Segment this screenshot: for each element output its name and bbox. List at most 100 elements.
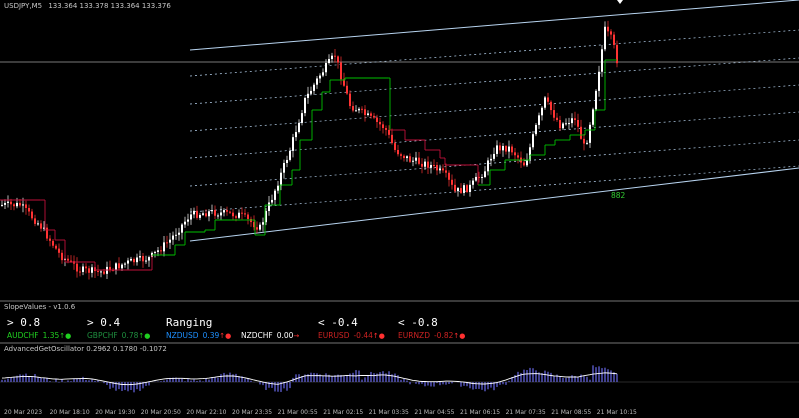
time-tick-label: 20 Mar 22:10 xyxy=(186,409,227,416)
candle-body xyxy=(286,159,288,163)
candle-body xyxy=(391,134,393,144)
candle-body xyxy=(274,190,276,200)
candle-body xyxy=(607,26,609,32)
candle-body xyxy=(463,185,465,193)
oscillator-panel[interactable]: AdvancedGetOscillator 0.2962 0.1780 -0.1… xyxy=(0,344,799,407)
signal-dot-icon: ● xyxy=(378,332,385,340)
candle-body xyxy=(103,271,105,274)
pair-value: 0.00 xyxy=(276,331,294,340)
candle-body xyxy=(397,149,399,155)
time-tick-label: 21 Mar 02:15 xyxy=(323,409,364,416)
candle-body xyxy=(301,113,303,123)
candle-body xyxy=(505,145,507,152)
candle-body xyxy=(334,55,336,57)
candle-body xyxy=(76,263,78,272)
candle-body xyxy=(547,97,549,102)
candle-body xyxy=(1,204,3,206)
candle-body xyxy=(538,115,540,125)
candle-body xyxy=(217,215,219,217)
candle-body xyxy=(157,250,159,252)
price-chart-panel[interactable]: USDJPY,M5 133.364 133.378 133.364 133.37… xyxy=(0,0,799,300)
signal-dot-icon: ● xyxy=(459,332,466,340)
candle-body xyxy=(598,71,600,91)
oscillator-histogram xyxy=(1,365,618,393)
candle-body xyxy=(283,162,285,173)
candle-body xyxy=(496,145,498,154)
candle-body xyxy=(331,55,333,60)
candle-body xyxy=(271,199,273,203)
candle-body xyxy=(205,213,207,217)
level-strong-up: > 0.8 xyxy=(7,316,41,329)
candle-body xyxy=(487,160,489,172)
candle-body xyxy=(10,201,12,205)
price-chart-canvas[interactable] xyxy=(0,0,799,300)
candle-body xyxy=(100,271,102,273)
candle-body xyxy=(241,212,243,214)
candle-body xyxy=(142,256,144,262)
channel-label: 882 xyxy=(611,191,626,200)
candle-body xyxy=(451,179,453,185)
candle-body xyxy=(433,164,435,166)
candle-body xyxy=(304,97,306,114)
candle-body xyxy=(367,113,369,116)
candle-body xyxy=(469,184,471,192)
signal-dot-icon: ● xyxy=(225,332,232,340)
candle-body xyxy=(169,239,171,243)
candle-body xyxy=(16,202,18,207)
candle-body xyxy=(346,85,348,94)
ohlc-readout: 133.364 133.378 133.364 133.376 xyxy=(48,2,171,10)
candle-body xyxy=(568,123,570,125)
candle-body xyxy=(244,213,246,215)
candle-body xyxy=(79,271,81,273)
candle-body xyxy=(577,120,579,127)
candle-body xyxy=(121,264,123,269)
candle-body xyxy=(544,97,546,108)
candle-body xyxy=(541,107,543,116)
candle-body xyxy=(127,260,129,264)
candle-body xyxy=(310,90,312,94)
candle-body xyxy=(475,176,477,181)
candle-body xyxy=(592,109,594,125)
candle-body xyxy=(130,258,132,261)
pair-name: GBPCHF xyxy=(87,331,118,340)
candle-body xyxy=(586,142,588,144)
candle-body xyxy=(376,117,378,122)
level-strong-down: < -0.8 xyxy=(398,316,438,329)
candle-body xyxy=(40,223,42,229)
candle-body xyxy=(409,156,411,162)
pair-value: -0.44 xyxy=(353,331,373,340)
candle-body xyxy=(394,143,396,150)
candle-body xyxy=(574,118,576,121)
candle-body xyxy=(352,106,354,111)
candle-body xyxy=(589,124,591,143)
candle-body xyxy=(355,110,357,112)
candle-body xyxy=(400,154,402,156)
candle-body xyxy=(382,124,384,129)
time-tick-label: 21 Mar 10:15 xyxy=(596,409,637,416)
level-down: < -0.4 xyxy=(318,316,358,329)
candle-body xyxy=(514,152,516,156)
channel-line xyxy=(189,111,799,159)
time-tick-label: 21 Mar 08:55 xyxy=(551,409,592,416)
time-tick-label: 20 Mar 18:10 xyxy=(49,409,90,416)
candle-body xyxy=(178,232,180,235)
slope-pair-nzdchf: NZDCHF 0.00→ xyxy=(241,331,299,340)
oscillator-canvas[interactable] xyxy=(0,344,799,407)
candle-body xyxy=(559,120,561,129)
pair-name: EURNZD xyxy=(398,331,430,340)
candle-body xyxy=(181,224,183,233)
candle-body xyxy=(370,113,372,116)
candle-body xyxy=(25,204,27,208)
candle-body xyxy=(415,157,417,161)
candles xyxy=(1,20,618,280)
candle-body xyxy=(490,158,492,161)
candle-body xyxy=(550,101,552,111)
candle-body xyxy=(280,172,282,186)
candle-body xyxy=(223,210,225,213)
candle-body xyxy=(166,242,168,244)
candle-body xyxy=(202,213,204,215)
candle-body xyxy=(379,121,381,125)
candle-body xyxy=(388,129,390,135)
candle-body xyxy=(226,210,228,212)
oscillator-title: AdvancedGetOscillator 0.2962 0.1780 -0.1… xyxy=(4,345,167,353)
